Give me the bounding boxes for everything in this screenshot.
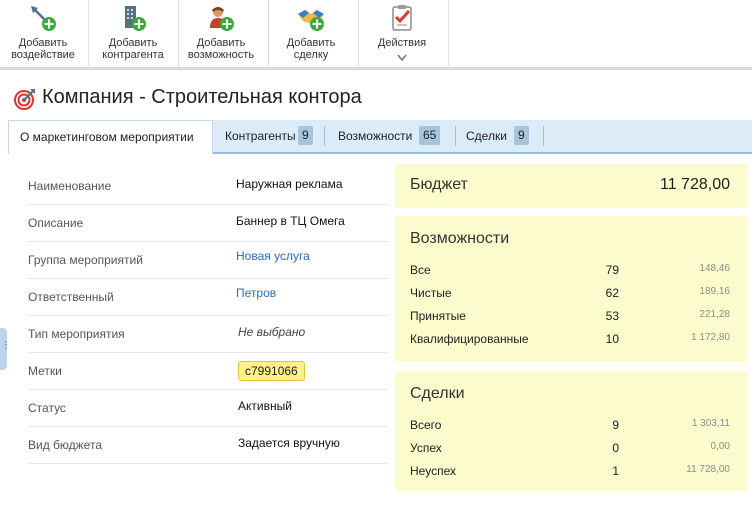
- field-label: Описание: [28, 216, 84, 230]
- budget-panel: Бюджет 11 728,00: [395, 164, 747, 208]
- deal-row: Успех 0 0,00: [395, 437, 747, 460]
- deal-row: Неуспех 1 11 728,00: [395, 460, 747, 483]
- field-value: Не выбрано: [238, 325, 306, 339]
- add-opportunity-label: Добавить возможность: [187, 37, 255, 61]
- chevron-down-icon: [397, 54, 407, 62]
- opportunity-row: Принятые 53 221,28: [395, 305, 747, 328]
- tab-divider: [543, 126, 544, 146]
- responsible-link[interactable]: Петров: [236, 286, 276, 300]
- tab-label: Возможности: [338, 129, 413, 143]
- field-label: Метки: [28, 364, 62, 378]
- row-count: 53: [605, 309, 619, 323]
- handle-grip-icon: ⋮: [1, 340, 11, 351]
- row-name: Чистые: [410, 286, 452, 300]
- row-count: 0: [612, 441, 619, 455]
- row-amount: 189,16: [699, 286, 730, 297]
- opportunities-panel: Возможности Все 79 148,46 Чистые 62 189,…: [395, 216, 747, 362]
- toolbar-divider: [88, 0, 89, 68]
- tab-label: Сделки: [466, 129, 507, 143]
- actions-label: Действия: [377, 37, 427, 49]
- page-title: Компания - Строительная контора: [42, 86, 362, 108]
- budget-value: 11 728,00: [660, 176, 730, 193]
- field-value: Баннер в ТЦ Омега: [236, 214, 345, 228]
- building-add-icon: [125, 6, 146, 31]
- opportunity-row: Чистые 62 189,16: [395, 282, 747, 305]
- row-name: Принятые: [410, 309, 466, 323]
- add-contractor-label: Добавить контрагента: [102, 37, 164, 61]
- row-amount: 148,46: [699, 263, 730, 274]
- row-name: Все: [410, 263, 431, 277]
- field-label: Наименование: [28, 179, 112, 193]
- target-icon: [14, 89, 35, 110]
- row-name: Всего: [410, 418, 442, 432]
- event-group-link[interactable]: Новая услуга: [236, 249, 310, 263]
- row-count: 10: [605, 332, 619, 346]
- row-name: Неуспех: [410, 464, 456, 478]
- add-deal-label: Добавить сделку: [286, 37, 336, 61]
- add-action-label: Добавить воздействие: [11, 37, 75, 61]
- field-label: Тип мероприятия: [28, 327, 125, 341]
- field-event-type: Тип мероприятия Не выбрано: [28, 316, 388, 353]
- row-amount: 1 303,11: [691, 418, 730, 429]
- handshake-add-icon: [298, 10, 324, 31]
- tab-deals[interactable]: Сделки 9: [455, 120, 540, 152]
- tag-badge[interactable]: c7991066: [238, 361, 305, 381]
- field-value: Задается вручную: [238, 436, 340, 450]
- field-budget-type: Вид бюджета Задается вручную: [28, 427, 388, 464]
- deal-row: Всего 9 1 303,11: [395, 414, 747, 437]
- tab-contractors[interactable]: Контрагенты 9: [214, 120, 319, 152]
- tab-marketing-event[interactable]: О маркетинговом мероприятии: [8, 120, 213, 154]
- add-deal-button[interactable]: Добавить сделку: [268, 0, 354, 68]
- field-event-group: Группа мероприятий Новая услуга: [28, 242, 388, 279]
- field-tags: Метки c7991066: [28, 353, 388, 390]
- row-name: Успех: [410, 441, 442, 455]
- opportunities-title: Возможности: [410, 230, 510, 247]
- field-label: Вид бюджета: [28, 438, 102, 452]
- toolbar: Добавить воздействие Добавить контрагент…: [0, 0, 752, 70]
- tab-divider: [324, 126, 325, 146]
- row-name: Квалифицированные: [410, 332, 529, 346]
- sidebar-toggle-handle[interactable]: ⋮: [0, 328, 11, 370]
- field-value: Наружная реклама: [236, 177, 343, 191]
- field-label: Группа мероприятий: [28, 253, 143, 267]
- tab-count-badge: 9: [514, 126, 529, 145]
- row-count: 1: [612, 464, 619, 478]
- row-count: 9: [612, 418, 619, 432]
- tab-opportunities[interactable]: Возможности 65: [327, 120, 453, 152]
- field-name: Наименование Наружная реклама: [28, 168, 388, 205]
- opportunity-row: Квалифицированные 10 1 172,80: [395, 328, 747, 351]
- opportunity-row: Все 79 148,46: [395, 259, 747, 282]
- target-arrow-add-icon: [31, 6, 56, 31]
- field-value: Активный: [238, 399, 292, 413]
- field-label: Статус: [28, 401, 66, 415]
- budget-label: Бюджет: [410, 176, 468, 193]
- field-status: Статус Активный: [28, 390, 388, 427]
- person-add-icon: [210, 7, 234, 31]
- add-opportunity-button[interactable]: Добавить возможность: [178, 0, 264, 68]
- actions-button[interactable]: Действия: [358, 0, 446, 68]
- deals-panel: Сделки Всего 9 1 303,11 Успех 0 0,00 Неу…: [395, 371, 747, 491]
- field-responsible: Ответственный Петров: [28, 279, 388, 316]
- add-action-button[interactable]: Добавить воздействие: [0, 0, 86, 68]
- checklist-icon: [392, 5, 412, 31]
- deals-title: Сделки: [410, 385, 465, 402]
- add-contractor-button[interactable]: Добавить контрагента: [90, 0, 176, 68]
- field-description: Описание Баннер в ТЦ Омега: [28, 205, 388, 242]
- tab-label: О маркетинговом мероприятии: [20, 130, 194, 144]
- row-amount: 0,00: [710, 441, 730, 452]
- row-amount: 221,28: [699, 309, 730, 320]
- row-count: 62: [605, 286, 619, 300]
- row-amount: 1 172,80: [691, 332, 730, 343]
- tab-label: Контрагенты: [225, 129, 296, 143]
- tab-count-badge: 65: [419, 126, 441, 145]
- field-label: Ответственный: [28, 290, 114, 304]
- tab-count-badge: 9: [298, 126, 313, 145]
- row-count: 79: [605, 263, 619, 277]
- row-amount: 11 728,00: [686, 464, 730, 475]
- tab-bar: О маркетинговом мероприятии Контрагенты …: [8, 120, 752, 154]
- toolbar-divider: [448, 0, 449, 68]
